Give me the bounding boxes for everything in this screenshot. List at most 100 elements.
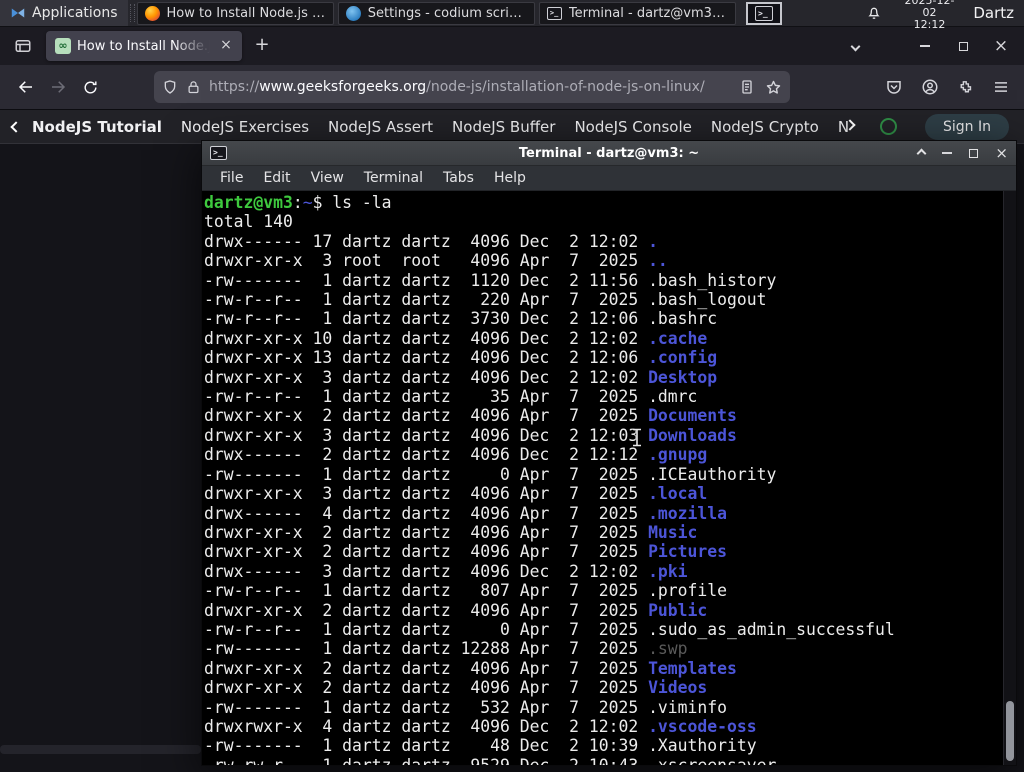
- site-nav-link[interactable]: NodeJS Console: [574, 118, 691, 136]
- terminal-listing-line: drwxr-xr-x 2 dartz dartz 4096 Apr 7 2025…: [204, 406, 737, 426]
- taskbar-button-codium[interactable]: Settings - codium script...: [337, 1, 535, 25]
- terminal-menu-tabs[interactable]: Tabs: [433, 170, 484, 186]
- site-nav-links: NodeJS Tutorial NodeJS Exercises NodeJS As…: [32, 118, 848, 136]
- distro-logo-icon: [11, 8, 25, 18]
- terminal-menu-view[interactable]: View: [301, 170, 354, 186]
- terminal-listing-line: drwxr-xr-x 3 dartz dartz 4096 Dec 2 12:0…: [204, 367, 718, 387]
- terminal-listing-line: drwxr-xr-x 2 dartz dartz 4096 Apr 7 2025…: [204, 658, 737, 678]
- taskbar-button-firefox[interactable]: How to Install Node.js o...: [136, 1, 334, 25]
- terminal-scrollbar-thumb[interactable]: [1006, 701, 1014, 761]
- terminal-listing-line: -rw-rw-r-- 1 dartz dartz 9529 Dec 2 10:4…: [204, 756, 1016, 765]
- extensions-icon[interactable]: [957, 79, 974, 96]
- terminal-listing-line: drwx------ 2 dartz dartz 4096 Dec 2 12:1…: [204, 445, 708, 465]
- back-icon: [18, 81, 32, 93]
- account-icon[interactable]: [921, 78, 939, 96]
- window-minimize-button[interactable]: [910, 33, 940, 59]
- terminal-menu-help[interactable]: Help: [484, 170, 536, 186]
- window-maximize-button[interactable]: [948, 33, 978, 59]
- terminal-listing-line: -rw------- 1 dartz dartz 1120 Dec 2 11:5…: [204, 270, 777, 290]
- back-button[interactable]: [10, 72, 42, 102]
- maximize-icon: [958, 41, 968, 51]
- top-panel: Applications How to Install Node.js o...…: [0, 0, 1024, 31]
- nav-scroll-left-icon[interactable]: [10, 120, 22, 133]
- site-nav-link[interactable]: NodeJS Tutorial: [32, 118, 162, 136]
- window-close-button[interactable]: ×: [995, 146, 1008, 161]
- terminal-menu-edit[interactable]: Edit: [253, 170, 300, 186]
- url-path: /node-js/installation-of-node-js-on-linu…: [426, 79, 705, 95]
- terminal-listing-line: drwxr-xr-x 2 dartz dartz 4096 Apr 7 2025…: [204, 522, 698, 542]
- notifications-button[interactable]: [858, 5, 890, 21]
- site-nav-link[interactable]: NodeJS Buffer: [452, 118, 555, 136]
- terminal-listing-line: drwx------ 17 dartz dartz 4096 Dec 2 12:…: [204, 231, 658, 251]
- reader-view-icon[interactable]: [739, 79, 755, 95]
- panel-clock[interactable]: 2025-12-02 12:12: [890, 0, 970, 31]
- firefox-icon: [144, 5, 160, 21]
- terminal-listing-line: -rw------- 1 dartz dartz 48 Dec 2 10:39 …: [204, 736, 757, 756]
- user-menu-button[interactable]: Dartz: [969, 4, 1024, 22]
- terminal-listing-line: -rw------- 1 dartz dartz 532 Apr 7 2025 …: [204, 697, 728, 717]
- terminal-output: dartz@vm3:~$ ls -la total 140 drwx------ 1…: [202, 191, 1016, 765]
- search-icon[interactable]: [880, 118, 897, 135]
- site-nav-link[interactable]: NodeJS Exercises: [181, 118, 309, 136]
- window-close-button[interactable]: ×: [986, 33, 1016, 59]
- terminal-prompt-line: dartz@vm3:~$ ls -la: [204, 193, 392, 212]
- terminal-scrollbar[interactable]: [1003, 191, 1016, 765]
- taskbar-button-label: Settings - codium script...: [367, 5, 527, 21]
- forward-button[interactable]: [42, 72, 74, 102]
- terminal-icon: >_: [210, 146, 227, 160]
- panel-separator: [129, 4, 135, 22]
- browser-tab-active[interactable]: ∞ How to Install Node.js on ×: [46, 31, 242, 61]
- url-bar[interactable]: https://www.geeksforgeeks.org/node-js/in…: [154, 71, 790, 103]
- url-text: https://www.geeksforgeeks.org/node-js/in…: [209, 79, 731, 95]
- app-menu-icon[interactable]: [992, 78, 1010, 96]
- codium-icon: [345, 5, 361, 21]
- clock-date: 2025-12-02: [904, 0, 955, 19]
- terminal-listing-line: drwx------ 3 dartz dartz 4096 Dec 2 12:0…: [204, 561, 688, 581]
- url-domain: www.geeksforgeeks.org: [259, 79, 427, 95]
- bookmark-star-icon[interactable]: [765, 79, 782, 96]
- taskbar-button-label: How to Install Node.js o...: [166, 5, 326, 21]
- site-nav-bar: NodeJS Tutorial NodeJS Exercises NodeJS As…: [0, 110, 1024, 144]
- bell-icon: [868, 7, 880, 19]
- new-tab-button[interactable]: +: [248, 32, 276, 60]
- site-nav-link[interactable]: NodeJS Crypto: [711, 118, 819, 136]
- terminal-listing-line: drwxr-xr-x 10 dartz dartz 4096 Dec 2 12:…: [204, 328, 708, 348]
- terminal-titlebar[interactable]: >_ Terminal - dartz@vm3: ~ ×: [202, 141, 1016, 166]
- terminal-listing-line: drwxr-xr-x 3 dartz dartz 4096 Apr 7 2025…: [204, 484, 708, 504]
- workspace-switcher[interactable]: >_: [746, 1, 782, 25]
- window-shade-button[interactable]: [916, 148, 927, 158]
- lock-icon[interactable]: [186, 80, 201, 95]
- site-nav-link[interactable]: NodeJS Assert: [328, 118, 433, 136]
- geeksforgeeks-favicon-icon: ∞: [55, 38, 71, 54]
- terminal-listing-line: -rw-r--r-- 1 dartz dartz 0 Apr 7 2025 .s…: [204, 619, 895, 639]
- terminal-listing-line: -rw------- 1 dartz dartz 0 Apr 7 2025 .I…: [204, 464, 777, 484]
- reload-button[interactable]: [74, 72, 106, 102]
- terminal-listing-line: -rw-r--r-- 1 dartz dartz 35 Apr 7 2025 .…: [204, 387, 698, 407]
- browser-nav-toolbar: https://www.geeksforgeeks.org/node-js/in…: [0, 65, 1024, 110]
- terminal-listing-line: drwxr-xr-x 3 root root 4096 Apr 7 2025 .…: [204, 251, 668, 271]
- forward-icon: [52, 81, 66, 93]
- terminal-menu-file[interactable]: File: [210, 170, 253, 186]
- terminal-listing-line: drwxr-xr-x 2 dartz dartz 4096 Apr 7 2025…: [204, 542, 728, 562]
- taskbar-button-terminal[interactable]: >_ Terminal - dartz@vm3: ~: [538, 1, 737, 25]
- tab-close-button[interactable]: ×: [216, 36, 236, 56]
- clock-time: 12:12: [913, 18, 946, 31]
- terminal-listing-line: -rw-r--r-- 1 dartz dartz 220 Apr 7 2025 …: [204, 290, 767, 310]
- window-minimize-button[interactable]: [942, 152, 953, 154]
- firefox-view-button[interactable]: [8, 32, 38, 60]
- shield-icon[interactable]: [162, 79, 178, 95]
- firefox-view-icon: [15, 40, 31, 52]
- terminal-listing-line: drwx------ 4 dartz dartz 4096 Apr 7 2025…: [204, 503, 728, 523]
- pocket-save-icon[interactable]: [885, 78, 903, 96]
- list-all-tabs-button[interactable]: [840, 33, 870, 59]
- window-maximize-button[interactable]: [969, 148, 979, 158]
- taskbar-button-label: Terminal - dartz@vm3: ~: [568, 5, 729, 21]
- page-scrollbar[interactable]: [0, 745, 201, 754]
- close-icon: ×: [993, 36, 1009, 56]
- terminal-menu-terminal[interactable]: Terminal: [354, 170, 433, 186]
- applications-menu-button[interactable]: Applications: [0, 0, 128, 26]
- terminal-body[interactable]: dartz@vm3:~$ ls -la total 140 drwx------ 1…: [202, 191, 1016, 765]
- sign-in-button[interactable]: Sign In: [925, 114, 1009, 140]
- terminal-listing-line: -rw------- 1 dartz dartz 12288 Apr 7 202…: [204, 639, 688, 659]
- terminal-listing-line: -rw-r--r-- 1 dartz dartz 807 Apr 7 2025 …: [204, 581, 728, 601]
